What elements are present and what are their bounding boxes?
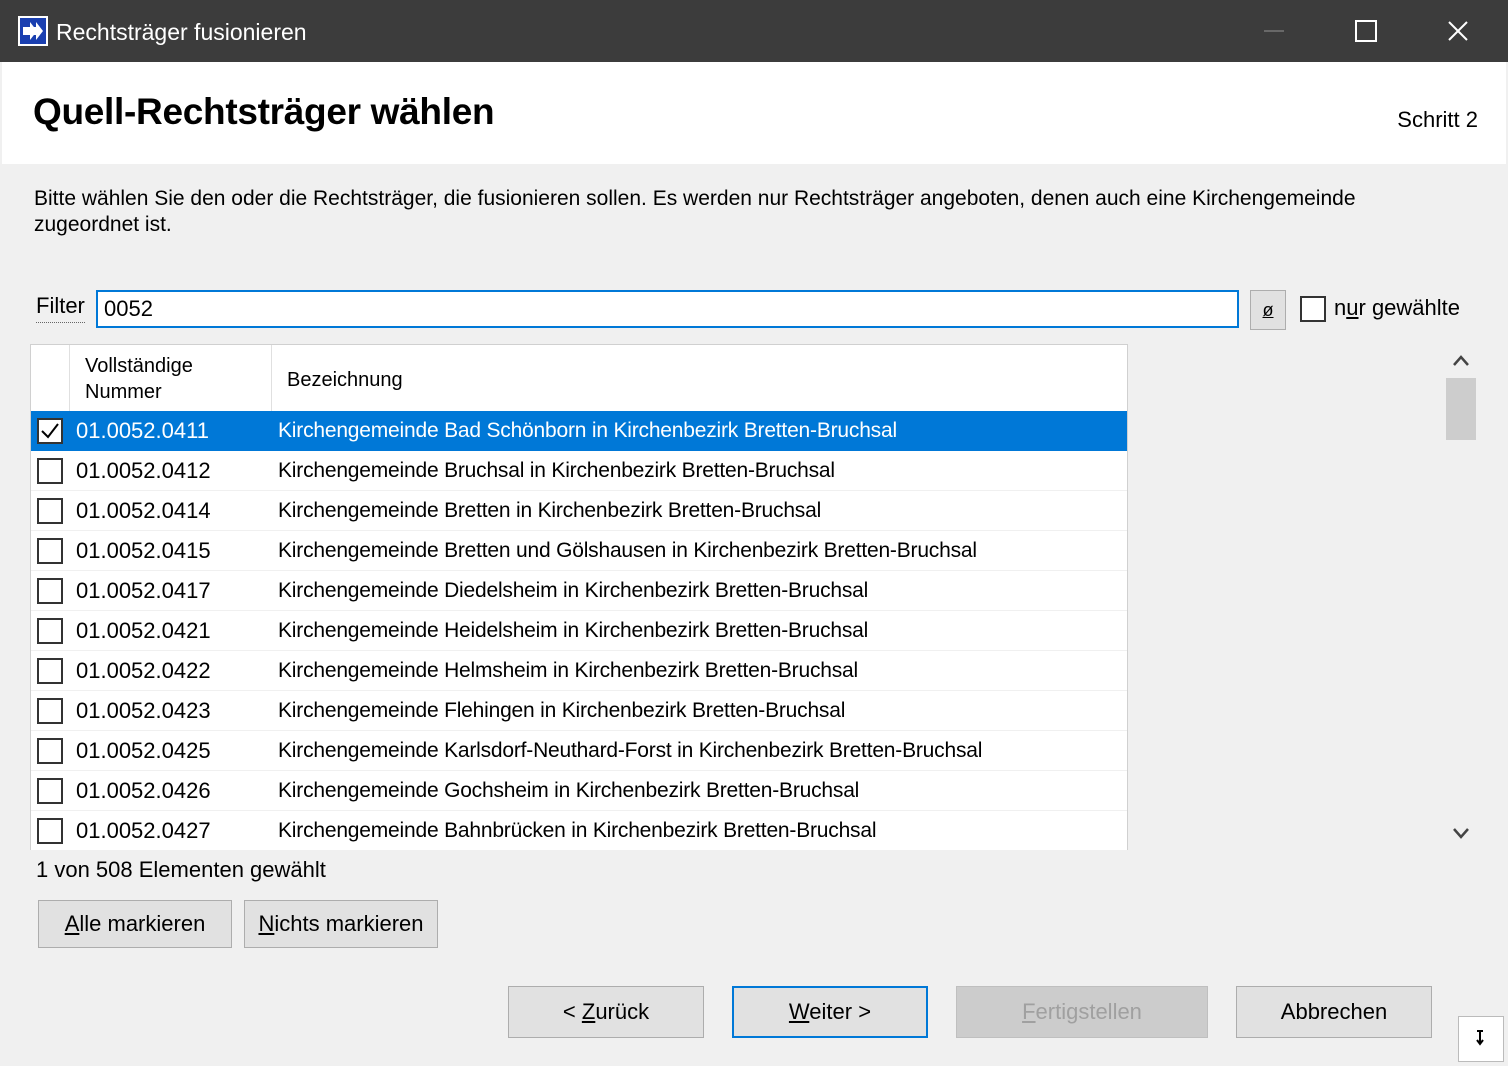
close-icon (1448, 21, 1468, 41)
list-header: Vollständige Nummer Bezeichnung (31, 345, 1128, 412)
row-checkbox[interactable] (37, 698, 63, 724)
selection-status: 1 von 508 Elementen gewählt (36, 857, 326, 882)
title-bar: Rechtsträger fusionieren (0, 0, 1508, 62)
only-selected-checkbox[interactable] (1300, 296, 1326, 322)
list-row[interactable]: 01.0052.0425 Kirchengemeinde Karlsdorf-Ne… (31, 731, 1127, 771)
clear-filter-button[interactable]: ø (1250, 290, 1286, 330)
column-header-number[interactable]: Vollständige Nummer (85, 353, 193, 405)
legal-entity-list[interactable]: Vollständige Nummer Bezeichnung 01.0052.… (30, 344, 1128, 850)
vertical-scrollbar[interactable] (1444, 344, 1478, 850)
finish-button[interactable]: Fertigstellen (956, 986, 1208, 1038)
back-button[interactable]: < Zurück (508, 986, 704, 1038)
row-checkbox[interactable] (37, 538, 63, 564)
row-number: 01.0052.0415 (76, 538, 211, 563)
row-number: 01.0052.0417 (76, 578, 211, 603)
list-row[interactable]: 01.0052.0414 Kirchengemeinde Bretten in K… (31, 491, 1127, 531)
list-row[interactable]: 01.0052.0417 Kirchengemeinde Diedelsheim … (31, 571, 1127, 611)
minimize-icon (1264, 30, 1284, 32)
list-row[interactable]: 01.0052.0422 Kirchengemeinde Helmsheim in… (31, 651, 1127, 691)
wizard-header: Quell-Rechtsträger wählen Schritt 2 (2, 62, 1506, 164)
filter-label: Filter (36, 292, 85, 323)
row-name: Kirchengemeinde Bruchsal in Kirchenbezir… (278, 459, 835, 482)
row-number: 01.0052.0421 (76, 618, 211, 643)
select-all-button[interactable]: Alle markieren (38, 900, 232, 948)
row-name: Kirchengemeinde Bad Schönborn in Kirchen… (278, 419, 897, 442)
row-number: 01.0052.0427 (76, 818, 211, 843)
scroll-thumb[interactable] (1446, 378, 1476, 440)
row-checkbox[interactable] (37, 778, 63, 804)
window-title: Rechtsträger fusionieren (56, 19, 307, 45)
app-icon (18, 16, 48, 46)
row-number: 01.0052.0426 (76, 778, 211, 803)
column-separator[interactable] (1127, 345, 1128, 411)
row-name: Kirchengemeinde Bretten in Kirchenbezirk… (278, 499, 822, 522)
next-button[interactable]: Weiter > (732, 986, 928, 1038)
column-separator[interactable] (69, 345, 70, 411)
list-row[interactable]: 01.0052.0421 Kirchengemeinde Heidelsheim … (31, 611, 1127, 651)
list-row[interactable]: 01.0052.0411 Kirchengemeinde Bad Schönbor… (31, 411, 1127, 451)
cancel-button[interactable]: Abbrechen (1236, 986, 1432, 1038)
instructions-text: Bitte wählen Sie den oder die Rechtsträg… (34, 187, 1356, 236)
row-name: Kirchengemeinde Bahnbrücken in Kirchenbe… (278, 819, 877, 842)
row-checkbox[interactable] (37, 618, 63, 644)
row-name: Kirchengemeinde Helmsheim in Kirchenbezi… (278, 659, 858, 682)
column-separator[interactable] (271, 345, 272, 411)
row-checkbox[interactable] (37, 418, 63, 444)
maximize-button[interactable] (1320, 0, 1412, 62)
arrow-corner-icon (1476, 1030, 1484, 1046)
scroll-down-icon[interactable] (1452, 826, 1470, 840)
row-checkbox[interactable] (37, 738, 63, 764)
column-header-name[interactable]: Bezeichnung (287, 367, 403, 393)
row-checkbox[interactable] (37, 578, 63, 604)
only-selected-label[interactable]: nur gewählte (1334, 294, 1460, 322)
step-label: Schritt 2 (1397, 107, 1478, 132)
list-row[interactable]: 01.0052.0415 Kirchengemeinde Bretten und … (31, 531, 1127, 571)
list-row[interactable]: 01.0052.0412 Kirchengemeinde Bruchsal in … (31, 451, 1127, 491)
close-button[interactable] (1412, 0, 1504, 62)
row-number: 01.0052.0411 (76, 418, 209, 443)
row-checkbox[interactable] (37, 818, 63, 844)
clear-filter-label: ø (1262, 300, 1274, 320)
row-name: Kirchengemeinde Diedelsheim in Kirchenbe… (278, 579, 869, 602)
row-number: 01.0052.0414 (76, 498, 211, 523)
row-name: Kirchengemeinde Bretten und Gölshausen i… (278, 539, 977, 562)
filter-input[interactable] (96, 290, 1239, 328)
checkmark-icon (41, 423, 59, 439)
help-button[interactable] (1458, 1016, 1504, 1062)
row-number: 01.0052.0412 (76, 458, 211, 483)
row-number: 01.0052.0423 (76, 698, 211, 723)
row-name: Kirchengemeinde Flehingen in Kirchenbezi… (278, 699, 846, 722)
row-name: Kirchengemeinde Karlsdorf-Neuthard-Forst… (278, 739, 983, 762)
row-checkbox[interactable] (37, 658, 63, 684)
row-name: Kirchengemeinde Gochsheim in Kirchenbezi… (278, 779, 860, 802)
minimize-button[interactable] (1228, 0, 1320, 62)
row-number: 01.0052.0422 (76, 658, 211, 683)
page-title: Quell-Rechtsträger wählen (33, 91, 495, 132)
row-checkbox[interactable] (37, 458, 63, 484)
row-checkbox[interactable] (37, 498, 63, 524)
maximize-icon (1355, 20, 1377, 42)
list-row[interactable]: 01.0052.0423 Kirchengemeinde Flehingen in… (31, 691, 1127, 731)
scroll-up-icon[interactable] (1452, 354, 1470, 368)
select-none-button[interactable]: Nichts markieren (244, 900, 438, 948)
row-number: 01.0052.0425 (76, 738, 211, 763)
list-row[interactable]: 01.0052.0426 Kirchengemeinde Gochsheim in… (31, 771, 1127, 811)
list-row[interactable]: 01.0052.0427 Kirchengemeinde Bahnbrücken … (31, 811, 1127, 850)
row-name: Kirchengemeinde Heidelsheim in Kirchenbe… (278, 619, 869, 642)
